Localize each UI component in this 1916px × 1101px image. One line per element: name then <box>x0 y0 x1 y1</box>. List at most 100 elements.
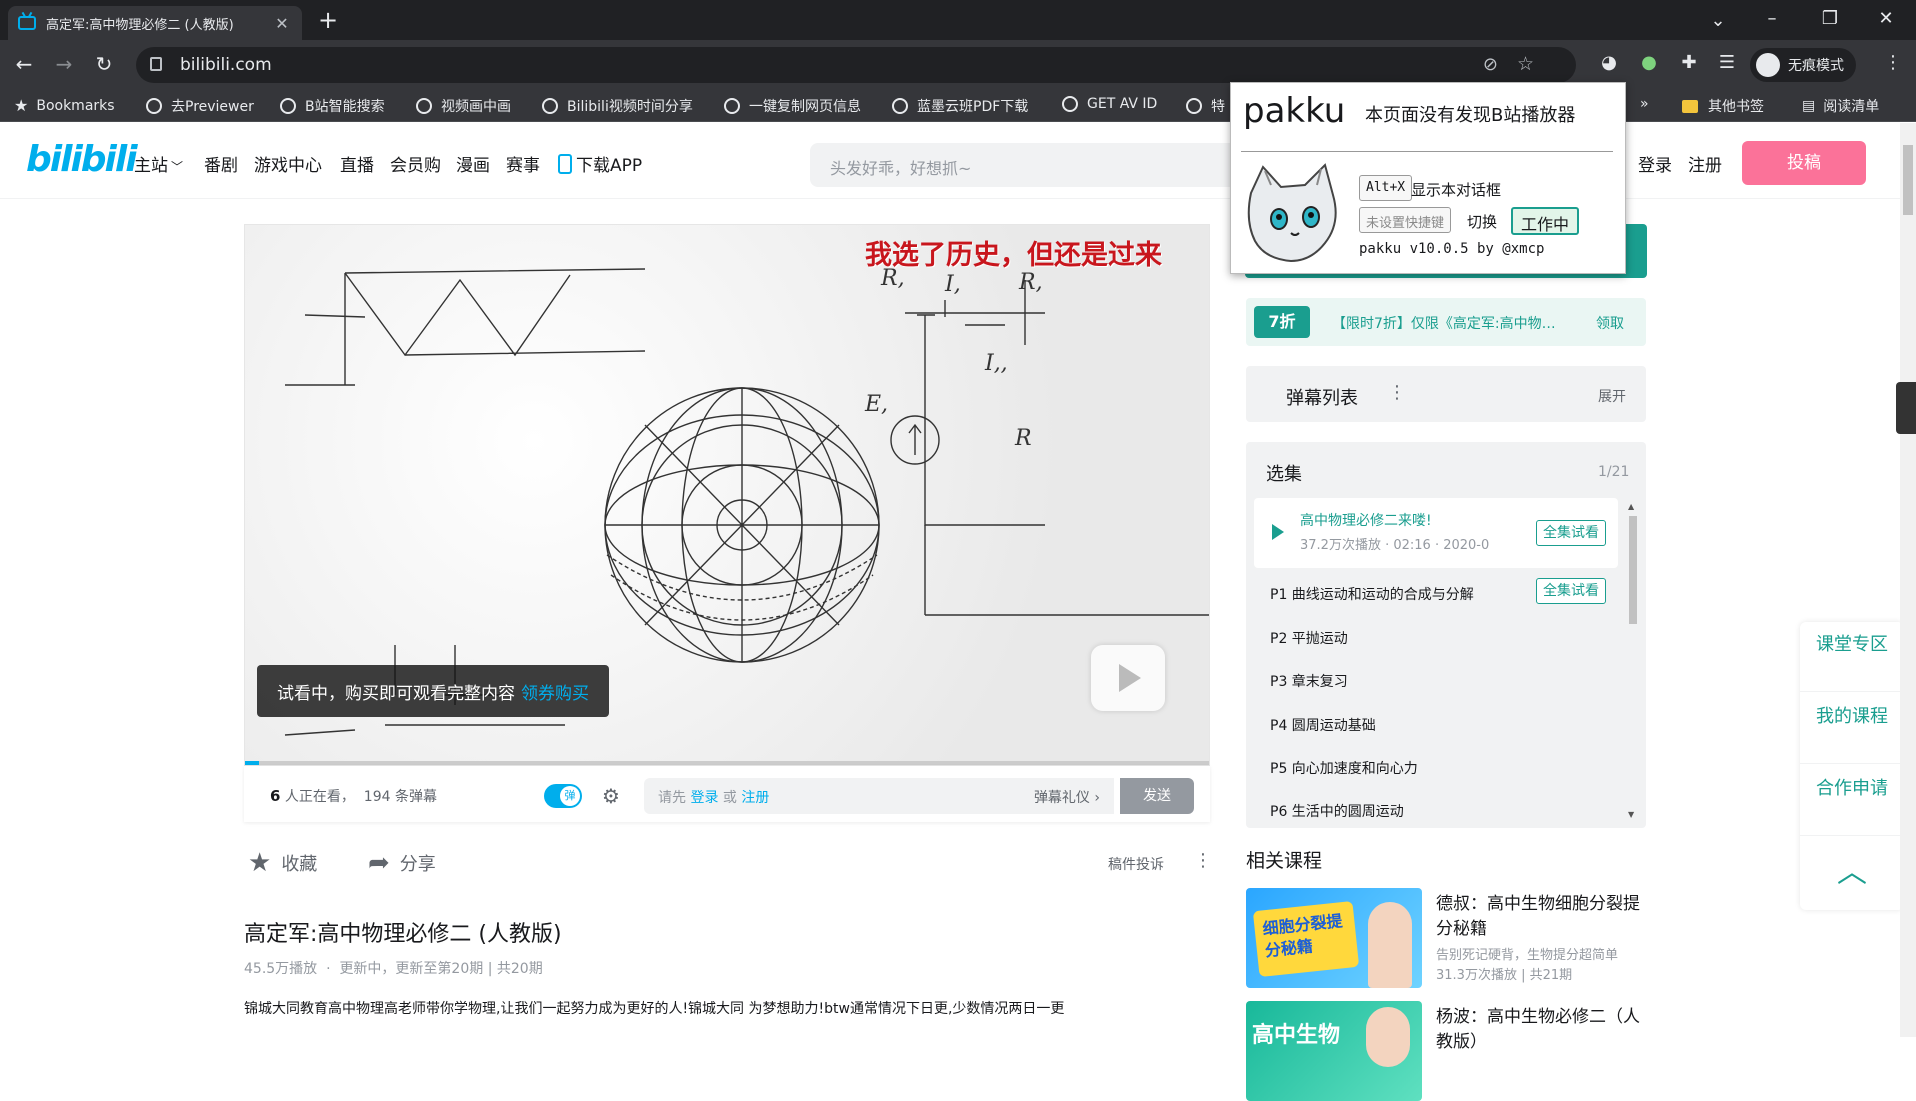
bookmark-item[interactable]: 蓝墨云班PDF下载 <box>892 96 1028 116</box>
episode-list-title: 选集 <box>1266 464 1302 485</box>
more-options-icon[interactable]: ⋮ <box>1194 850 1212 871</box>
danmaku-settings-icon[interactable]: ⚙ <box>602 784 620 808</box>
trial-all-button[interactable]: 全集试看 <box>1536 520 1606 546</box>
danmaku-toggle[interactable]: 弹 <box>544 784 582 808</box>
favorite-button[interactable]: ★ 收藏 <box>248 848 317 878</box>
nav-manga[interactable]: 漫画 <box>456 151 490 176</box>
episode-scrollbar[interactable]: ▲ ▼ <box>1628 502 1638 822</box>
browser-tab-strip: 高定军:高中物理必修二 (人教版) ✕ + ⌄ – ❐ ✕ <box>0 0 1916 40</box>
forward-icon[interactable]: → <box>50 52 78 76</box>
window-close-icon[interactable]: ✕ <box>1866 8 1906 29</box>
edge-handle[interactable] <box>1896 382 1916 434</box>
pakku-extension-icon[interactable]: ◕ <box>1596 52 1622 73</box>
extensions-puzzle-icon[interactable]: ✚ <box>1676 52 1702 73</box>
claim-coupon-button[interactable]: 领取 <box>1596 313 1624 333</box>
video-player[interactable]: R, I, E, I,, R R, 我选了历史，但还是过来 试看中，购买即可观看完整内容领… <box>244 224 1210 766</box>
bookmarks-overflow[interactable]: » <box>1640 96 1649 112</box>
page-scrollbar-thumb[interactable] <box>1903 145 1913 215</box>
bookmark-item[interactable]: 视频画中画 <box>416 96 511 116</box>
expand-link[interactable]: 展开 <box>1598 386 1626 406</box>
report-link[interactable]: 稿件投诉 <box>1108 854 1164 874</box>
reading-queue-icon[interactable]: ☰ <box>1714 52 1740 73</box>
episode-item[interactable]: P4 圆周运动基础 <box>1270 715 1376 735</box>
site-search-input[interactable]: 头发好乖，好想抓~ <box>810 143 1240 187</box>
globe-icon <box>892 98 908 114</box>
pakku-status-toggle[interactable]: 工作中 <box>1511 207 1580 235</box>
shortcut-key-alt-x[interactable]: Alt+X <box>1359 175 1413 201</box>
play-icon[interactable] <box>1091 645 1165 711</box>
cooperation-button[interactable]: 合作申请 <box>1800 766 1904 836</box>
video-description: 锦城大同教育高中物理高老师带你学物理,让我们一起努力成为更好的人!锦城大同 为梦… <box>244 1001 1065 1017</box>
reload-icon[interactable]: ↻ <box>90 52 118 76</box>
other-bookmarks-folder[interactable]: 其他书签 <box>1682 96 1764 116</box>
back-to-top-icon[interactable]: ︿ <box>1800 838 1904 908</box>
incognito-avatar-icon <box>1756 53 1780 77</box>
page-scrollbar[interactable] <box>1900 123 1916 1037</box>
browser-tab[interactable]: 高定军:高中物理必修二 (人教版) ✕ <box>8 6 302 40</box>
bookmark-item[interactable]: B站智能搜索 <box>280 96 385 116</box>
scroll-up-icon[interactable]: ▲ <box>1628 502 1634 511</box>
maximize-icon[interactable]: ❐ <box>1810 8 1850 29</box>
eye-off-icon[interactable]: ⊘ <box>1483 54 1498 75</box>
related-courses-title: 相关课程 <box>1246 850 1323 872</box>
browser-menu-icon[interactable]: ⋮ <box>1880 52 1906 73</box>
danmaku-list-menu-icon[interactable]: ⋮ <box>1388 382 1406 403</box>
episode-item[interactable]: P5 向心加速度和向心力 <box>1270 758 1418 778</box>
address-bar[interactable]: bilibili.com ⊘ ☆ <box>136 47 1576 83</box>
buy-with-coupon-link[interactable]: 领券购买 <box>521 684 589 704</box>
nav-bangumi[interactable]: 番剧 <box>204 151 238 176</box>
scrollbar-thumb[interactable] <box>1629 516 1637 624</box>
share-arrow-icon: ➦ <box>368 848 390 878</box>
bookmark-item[interactable]: 一键复制网页信息 <box>724 96 861 116</box>
bookmark-item[interactable]: 去Previewer <box>146 96 254 116</box>
episode-item[interactable]: P6 生活中的圆周运动 <box>1270 801 1404 821</box>
minimize-icon[interactable]: – <box>1752 8 1792 29</box>
bookmarks-folder[interactable]: ★ Bookmarks <box>14 96 115 115</box>
danmaku-register-link[interactable]: 注册 <box>741 790 769 806</box>
episode-item[interactable]: P3 章末复习 <box>1270 671 1348 691</box>
related-course-item[interactable]: 细胞分裂提分秘籍 德叔：高中生物细胞分裂提分秘籍 告别死记硬背，生物提分超简单 … <box>1246 888 1646 992</box>
nav-member-shop[interactable]: 会员购 <box>390 151 441 176</box>
reading-list[interactable]: ▤ 阅读清单 <box>1802 96 1879 116</box>
register-link[interactable]: 注册 <box>1688 151 1722 176</box>
video-progress-bar[interactable] <box>245 761 1209 765</box>
login-link[interactable]: 登录 <box>1638 151 1672 176</box>
nav-main[interactable]: 主站 ﹀ <box>134 151 183 176</box>
close-tab-icon[interactable]: ✕ <box>272 14 292 33</box>
shortcut-key-unset[interactable]: 未设置快捷键 <box>1359 207 1452 233</box>
scroll-down-icon[interactable]: ▼ <box>1628 810 1634 819</box>
pakku-version: pakku v10.0.5 by @xmcp <box>1359 241 1545 257</box>
incognito-profile-button[interactable]: 无痕模式 <box>1750 48 1856 82</box>
new-tab-icon[interactable]: + <box>318 6 338 34</box>
course-thumbnail: 细胞分裂提分秘籍 <box>1246 888 1422 988</box>
discount-tag: 7折 <box>1254 306 1310 338</box>
my-courses-button[interactable]: 我的课程 <box>1800 694 1904 764</box>
nav-game-center[interactable]: 游戏中心 <box>254 151 322 176</box>
tab-search-icon[interactable]: ⌄ <box>1698 10 1738 31</box>
back-icon[interactable]: ← <box>10 52 38 76</box>
svg-text:I,: I, <box>944 272 961 297</box>
episode-item[interactable]: P2 平抛运动 <box>1270 628 1348 648</box>
trial-all-button[interactable]: 全集试看 <box>1536 578 1606 604</box>
bilibili-logo[interactable]: bilibili <box>26 139 138 180</box>
extension-icon-green[interactable]: ● <box>1636 52 1662 73</box>
episode-item[interactable]: P1 曲线运动和运动的合成与分解 <box>1270 584 1474 604</box>
danmaku-etiquette-link[interactable]: 弹幕礼仪 › <box>1034 787 1100 807</box>
episode-item-current[interactable]: 高中物理必修二来喽! 37.2万次播放 · 02:16 · 2020-08-01… <box>1254 498 1618 568</box>
bookmark-star-icon[interactable]: ☆ <box>1517 53 1534 75</box>
danmaku-send-button[interactable]: 发送 <box>1120 778 1194 814</box>
nav-live[interactable]: 直播 <box>340 151 374 176</box>
bookmark-item[interactable]: 特 <box>1186 96 1225 116</box>
classroom-zone-button[interactable]: 课堂专区 <box>1800 622 1904 692</box>
bookmark-item[interactable]: GET AV ID <box>1062 96 1157 112</box>
bookmark-item[interactable]: Bilibili视频时间分享 <box>542 96 693 116</box>
danmaku-list-panel[interactable]: 弹幕列表 ⋮ 展开 <box>1246 366 1646 422</box>
danmaku-input[interactable]: 请先 登录 或 注册 弹幕礼仪 › <box>644 778 1114 814</box>
nav-esports[interactable]: 赛事 <box>506 151 540 176</box>
nav-download-app[interactable]: 下载APP <box>558 151 642 176</box>
pakku-brand: pakku <box>1243 91 1346 131</box>
share-button[interactable]: ➦ 分享 <box>368 848 436 878</box>
related-course-item[interactable]: 高中生物 杨波：高中生物必修二（人教版） <box>1246 1001 1646 1101</box>
post-button[interactable]: 投稿 <box>1742 141 1866 185</box>
danmaku-login-link[interactable]: 登录 <box>690 790 718 806</box>
